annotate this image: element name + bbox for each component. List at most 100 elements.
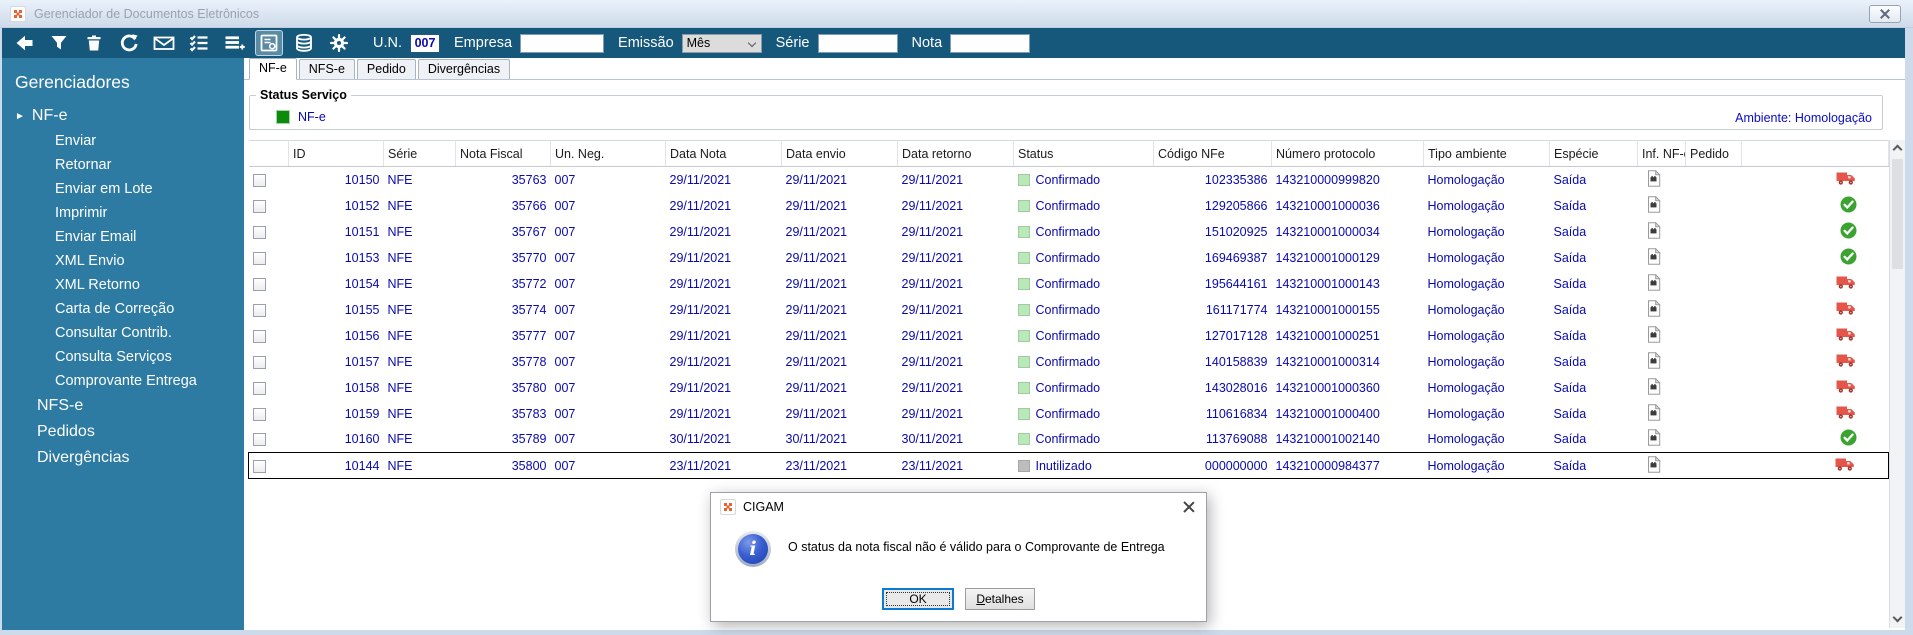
sidebar-item-xml-envio[interactable]: XML Envio (2, 249, 244, 273)
nfe-info-icon[interactable] (1646, 455, 1661, 476)
row-checkbox[interactable] (252, 433, 266, 447)
sidebar-item-enviar-email[interactable]: Enviar Email (2, 225, 244, 249)
status-swatch (1017, 277, 1030, 290)
column-header-tipo-ambiente[interactable]: Tipo ambiente (1423, 140, 1550, 167)
delivery-receipt-icon[interactable] (255, 30, 283, 56)
nfe-info-icon[interactable] (1646, 325, 1661, 346)
row-checkbox[interactable] (252, 173, 266, 187)
cell-id: 10154 (344, 276, 380, 291)
table-row[interactable]: 10158 NFE 35780 007 29/11/2021 29/11/2021 29/1… (249, 375, 1889, 401)
nfe-info-icon[interactable] (1646, 428, 1661, 449)
checklist-icon[interactable] (185, 30, 213, 56)
vertical-scrollbar[interactable] (1889, 140, 1905, 628)
sidebar-item-comprovante-entrega[interactable]: Comprovante Entrega (2, 369, 244, 393)
delete-icon[interactable] (80, 30, 108, 56)
window-close-button[interactable] (1869, 5, 1901, 23)
sidebar-item-consultar-contrib-[interactable]: Consultar Contrib. (2, 321, 244, 345)
sidebar-item-diverg-ncias[interactable]: Divergências (2, 445, 244, 471)
row-checkbox[interactable] (252, 407, 266, 421)
cell-codigo-nfe: 161171774 (1205, 302, 1268, 317)
add-list-icon[interactable] (220, 30, 248, 56)
nfe-info-icon[interactable] (1646, 351, 1661, 372)
table-row[interactable]: 10159 NFE 35783 007 29/11/2021 29/11/2021 29/1… (249, 401, 1889, 427)
table-row[interactable]: 10153 NFE 35770 007 29/11/2021 29/11/2021 29/1… (249, 245, 1889, 271)
sidebar-item-imprimir[interactable]: Imprimir (2, 201, 244, 225)
scroll-up-button[interactable] (1890, 140, 1905, 157)
column-header-nota-fiscal[interactable]: Nota Fiscal (455, 140, 551, 167)
sidebar-item-nfs-e[interactable]: NFS-e (2, 393, 244, 419)
column-header-data-retorno[interactable]: Data retorno (897, 140, 1014, 167)
nota-input[interactable] (950, 33, 1031, 53)
details-button[interactable]: Detalhes (965, 588, 1035, 610)
table-row[interactable]: 10155 NFE 35774 007 29/11/2021 29/11/2021 29/1… (249, 297, 1889, 323)
refresh-icon[interactable] (115, 30, 143, 56)
nfe-info-icon[interactable] (1646, 195, 1661, 216)
row-checkbox[interactable] (252, 303, 266, 317)
database-icon[interactable] (290, 30, 318, 56)
table-row[interactable]: 10151 NFE 35767 007 29/11/2021 29/11/2021 29/1… (249, 219, 1889, 245)
table-row[interactable]: 10156 NFE 35777 007 29/11/2021 29/11/2021 29/1… (249, 323, 1889, 349)
column-header-s-rie[interactable]: Série (383, 140, 456, 167)
scrollbar-thumb[interactable] (1892, 159, 1903, 269)
row-checkbox[interactable] (252, 251, 266, 265)
column-header-esp-cie[interactable]: Espécie (1549, 140, 1638, 167)
sidebar-item-consulta-servi-os[interactable]: Consulta Serviços (2, 345, 244, 369)
nfe-info-icon[interactable] (1646, 221, 1661, 242)
sidebar-item-xml-retorno[interactable]: XML Retorno (2, 273, 244, 297)
column-header-data-nota[interactable]: Data Nota (665, 140, 782, 167)
tab-pedido[interactable]: Pedido (356, 59, 416, 79)
column-header-id[interactable]: ID (288, 140, 384, 167)
ok-button[interactable]: OK (882, 588, 954, 610)
row-checkbox[interactable] (252, 225, 266, 239)
column-header-n-mero-protocolo[interactable]: Número protocolo (1271, 140, 1424, 167)
nfe-info-icon[interactable] (1646, 247, 1661, 268)
tab-nfs-e[interactable]: NFS-e (298, 59, 355, 79)
cell-data-envio: 29/11/2021 (785, 224, 848, 239)
sidebar-item-enviar-em-lote[interactable]: Enviar em Lote (2, 177, 244, 201)
emissao-select[interactable]: Mês (681, 33, 762, 53)
tab-diverg-ncias[interactable]: Divergências (417, 59, 511, 79)
scroll-down-button[interactable] (1890, 611, 1905, 628)
back-icon[interactable] (10, 30, 38, 56)
row-checkbox[interactable] (252, 329, 266, 343)
table-row[interactable]: 10152 NFE 35766 007 29/11/2021 29/11/2021 29/1… (249, 193, 1889, 219)
column-header-data-envio[interactable]: Data envio (781, 140, 898, 167)
row-checkbox[interactable] (252, 199, 266, 213)
message-dialog: CIGAM i O status da nota fiscal não é vá… (710, 492, 1207, 622)
sidebar-item-pedidos[interactable]: Pedidos (2, 419, 244, 445)
nfe-info-icon[interactable] (1646, 403, 1661, 424)
nfe-info-icon[interactable] (1646, 299, 1661, 320)
un-input[interactable] (410, 33, 440, 53)
table-row[interactable]: 10157 NFE 35778 007 29/11/2021 29/11/2021 29/1… (249, 349, 1889, 375)
settings-icon[interactable] (325, 30, 353, 56)
serie-input[interactable] (817, 33, 898, 53)
column-header-status[interactable]: Status (1013, 140, 1154, 167)
sidebar-item-retornar[interactable]: Retornar (2, 153, 244, 177)
row-checkbox[interactable] (252, 355, 266, 369)
nfe-info-icon[interactable] (1646, 273, 1661, 294)
status-swatch (1017, 355, 1030, 368)
sidebar-item-nfe[interactable]: ► NF-e (2, 103, 244, 129)
table-row[interactable]: 10154 NFE 35772 007 29/11/2021 29/11/2021 29/1… (249, 271, 1889, 297)
row-checkbox[interactable] (253, 459, 266, 473)
table-row[interactable]: 10150 NFE 35763 007 29/11/2021 29/11/2021 29/1… (249, 167, 1889, 193)
table-row[interactable]: 10144 NFE 35800 007 23/11/2021 23/11/2021 23/1… (248, 452, 1889, 479)
sidebar-item-carta-de-corre-o[interactable]: Carta de Correção (2, 297, 244, 321)
column-header-pedido[interactable]: Pedido (1685, 140, 1742, 167)
cell-select (249, 193, 289, 219)
email-icon[interactable] (150, 30, 178, 56)
nfe-info-icon[interactable] (1646, 377, 1661, 398)
cell-pedido (1686, 271, 1742, 297)
column-header-inf-nf-e[interactable]: Inf. NF-e (1637, 140, 1686, 167)
table-row[interactable]: 10160 NFE 35789 007 30/11/2021 30/11/2021 30/1… (249, 427, 1889, 453)
nfe-info-icon[interactable] (1646, 169, 1661, 190)
filter-icon[interactable] (45, 30, 73, 56)
sidebar-item-enviar[interactable]: Enviar (2, 129, 244, 153)
column-header-c-digo-nfe[interactable]: Código NFe (1153, 140, 1272, 167)
row-checkbox[interactable] (252, 381, 266, 395)
tab-nf-e[interactable]: NF-e (249, 58, 297, 80)
column-header-un-neg-[interactable]: Un. Neg. (550, 140, 666, 167)
dialog-close-icon[interactable] (1181, 499, 1197, 515)
row-checkbox[interactable] (252, 277, 266, 291)
empresa-input[interactable] (520, 33, 605, 53)
